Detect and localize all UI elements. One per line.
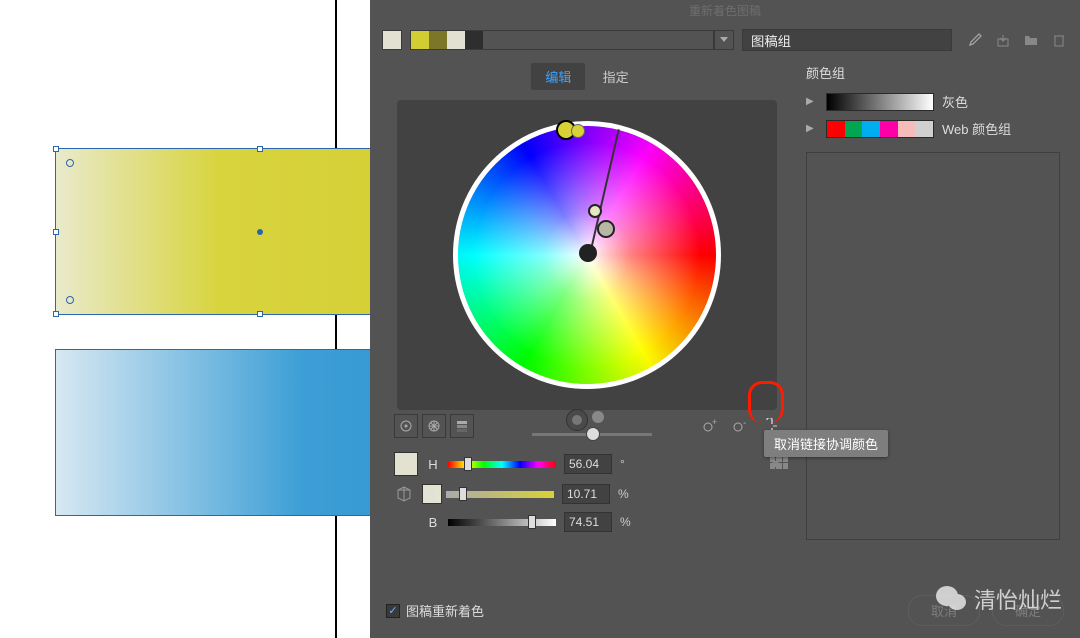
wheel-smooth-button[interactable] <box>394 414 418 438</box>
artboard <box>0 0 370 638</box>
wheel-center[interactable] <box>579 244 597 262</box>
chevron-right-icon: ▶ <box>806 96 818 107</box>
b-value[interactable] <box>564 512 612 532</box>
save-group-icon[interactable] <box>994 31 1012 49</box>
folder-icon[interactable] <box>1022 31 1040 49</box>
remove-color-icon[interactable]: - <box>730 416 750 436</box>
current-swatch[interactable] <box>382 30 402 50</box>
recolor-checkbox[interactable]: ✓ 图稿重新着色 <box>386 601 484 620</box>
color-group-list <box>806 152 1060 540</box>
svg-text:-: - <box>743 418 746 429</box>
chevron-down-icon <box>720 37 728 43</box>
preset-input[interactable] <box>742 29 952 51</box>
h-value[interactable] <box>564 454 612 474</box>
wheel-segmented-button[interactable] <box>422 414 446 438</box>
swatch-dropdown[interactable] <box>714 30 734 50</box>
brightness-slider-area <box>532 415 652 437</box>
tooltip: 取消链接协调颜色 <box>764 430 888 457</box>
display-mode-1[interactable] <box>566 409 588 431</box>
hsb-new-swatch <box>394 452 418 476</box>
tab-edit[interactable]: 编辑 <box>531 63 585 90</box>
color-group-web[interactable]: ▶ Web 颜色组 <box>806 115 1068 142</box>
chevron-right-icon: ▶ <box>806 123 818 134</box>
toolbar <box>370 21 1080 59</box>
s-slider[interactable] <box>446 491 554 498</box>
artboard-edge <box>335 0 337 638</box>
swatch-grid-icon[interactable] <box>770 455 788 469</box>
h-slider[interactable] <box>448 461 556 468</box>
s-value[interactable] <box>562 484 610 504</box>
cancel-button[interactable]: 取消 <box>908 595 980 626</box>
color-wheel[interactable] <box>453 121 721 389</box>
tab-assign[interactable]: 指定 <box>589 63 643 90</box>
wheel-handle-1b[interactable] <box>571 124 585 138</box>
trash-icon[interactable] <box>1050 31 1068 49</box>
add-color-icon[interactable]: + <box>700 416 720 436</box>
hsb-sliders: H ° ≡ S % B <box>382 446 792 532</box>
display-mode-2[interactable] <box>592 411 604 423</box>
wheel-handle-2[interactable] <box>588 204 602 218</box>
brightness-thumb[interactable] <box>586 427 600 441</box>
ok-button[interactable]: 确定 <box>992 595 1064 626</box>
color-groups-title: 颜色组 <box>806 63 1068 82</box>
color-group-gray[interactable]: ▶ 灰色 <box>806 88 1068 115</box>
mode-tabs: 编辑 指定 <box>382 63 792 90</box>
eyedropper-icon[interactable] <box>966 31 984 49</box>
swatch-row[interactable] <box>410 30 714 50</box>
wheel-handle-3[interactable] <box>597 220 615 238</box>
b-label: B <box>426 515 440 530</box>
wheel-bars-button[interactable] <box>450 414 474 438</box>
checkbox-icon: ✓ <box>386 604 400 618</box>
b-slider[interactable] <box>448 519 556 526</box>
cube-icon <box>394 484 414 504</box>
dialog-footer: ✓ 图稿重新着色 取消 确定 <box>370 583 1080 638</box>
s-label: S <box>424 487 438 502</box>
recolor-dialog: 重新着色图稿 编辑 指定 <box>370 0 1080 638</box>
color-wheel-area <box>397 100 777 410</box>
dialog-title: 重新着色图稿 <box>370 0 1080 21</box>
svg-text:+: + <box>712 418 717 427</box>
h-label: H <box>426 457 440 472</box>
